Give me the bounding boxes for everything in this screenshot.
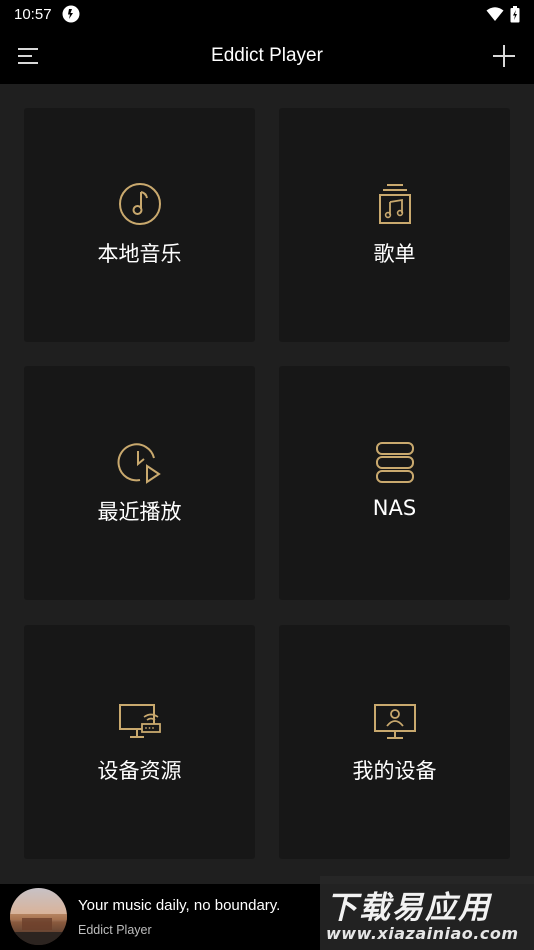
player-title: Your music daily, no boundary.: [78, 897, 281, 914]
tile-label: 我的设备: [352, 759, 437, 783]
tile-local-music[interactable]: 本地音乐: [24, 108, 255, 342]
status-bar: 10:57: [0, 0, 534, 28]
tile-device-resources[interactable]: 设备资源: [24, 625, 255, 859]
plus-icon: [493, 45, 515, 67]
hamburger-menu-icon: [18, 48, 38, 64]
recent-play-icon: [117, 443, 161, 484]
status-icons: [486, 5, 520, 23]
app-notification-icon: [62, 5, 80, 23]
tile-label: 歌单: [373, 242, 416, 266]
wifi-icon: [486, 7, 504, 21]
tile-label: 本地音乐: [97, 242, 182, 266]
album-art[interactable]: [10, 888, 67, 945]
tile-my-devices[interactable]: 我的设备: [279, 625, 510, 859]
player-subtitle: Eddict Player: [78, 923, 152, 937]
battery-icon: [510, 5, 520, 22]
tile-playlist[interactable]: 歌单: [279, 108, 510, 342]
device-resource-icon: [118, 704, 161, 738]
page-title: Eddict Player: [211, 45, 323, 66]
watermark: 下载易应用 www.xiazainiao.com: [320, 876, 534, 950]
music-note-circle-icon: [118, 183, 161, 225]
my-device-icon: [373, 704, 416, 739]
playlist-icon: [378, 184, 411, 224]
watermark-url: www.xiazainiao.com: [326, 924, 519, 943]
app-bar: Eddict Player: [0, 28, 534, 84]
tile-nas[interactable]: NAS: [279, 366, 510, 600]
album-art-image: [10, 888, 67, 945]
main-grid: 本地音乐 歌单 最近播放 NAS 设备资源 我的设备: [0, 84, 534, 884]
tile-label: 最近播放: [97, 500, 182, 524]
menu-button[interactable]: [12, 40, 44, 72]
tile-label: 设备资源: [97, 759, 182, 783]
watermark-text: 下载易应用: [326, 890, 491, 926]
status-time: 10:57: [14, 5, 52, 23]
tile-label: NAS: [372, 496, 417, 520]
nas-server-icon: [375, 442, 414, 483]
tile-recent-play[interactable]: 最近播放: [24, 366, 255, 600]
add-button[interactable]: [488, 40, 520, 72]
